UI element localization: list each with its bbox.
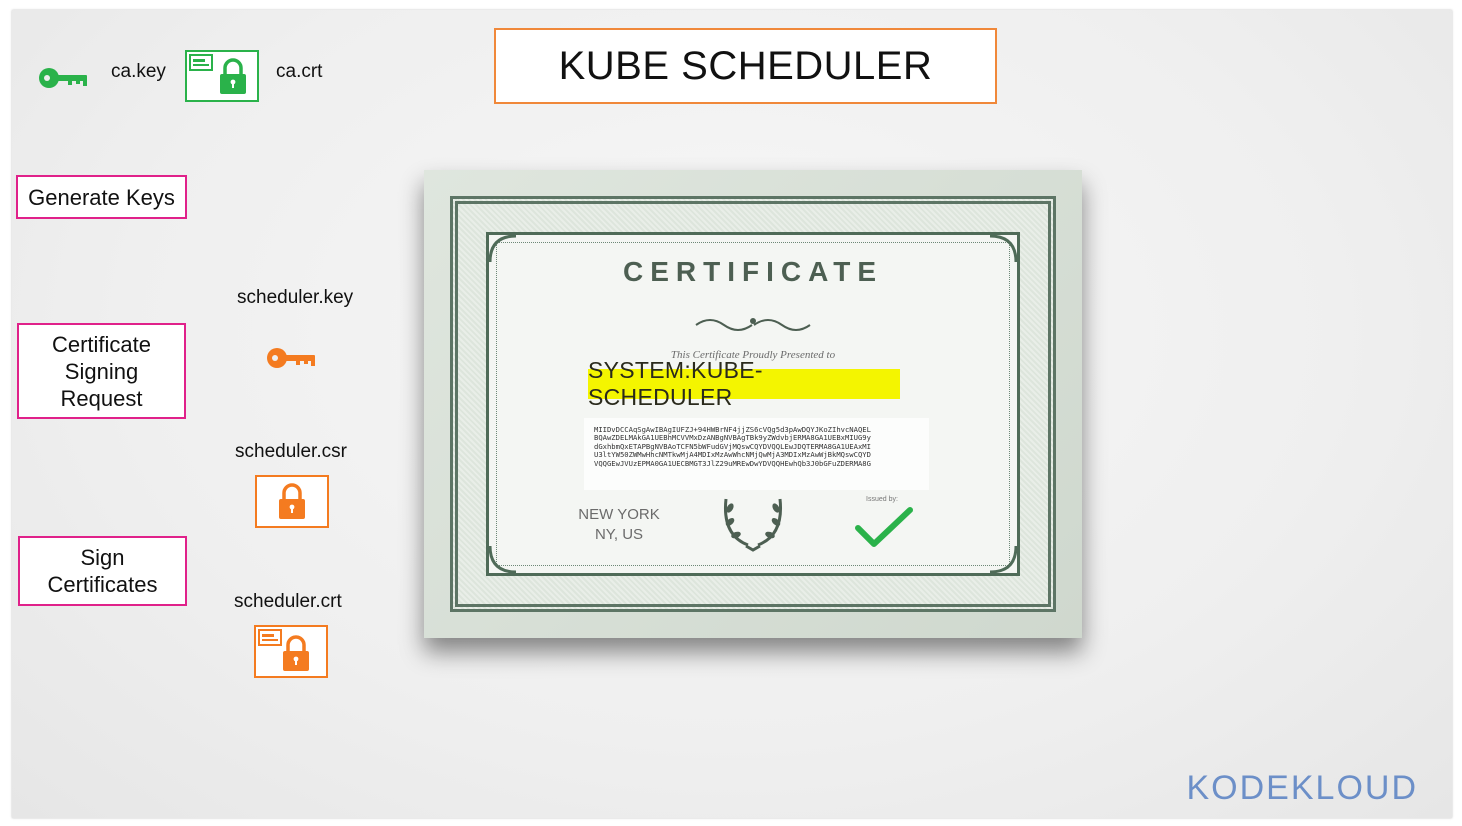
scheduler-crt-label: scheduler.crt bbox=[234, 591, 342, 612]
step-csr-line2: Signing bbox=[64, 358, 139, 384]
ornament-icon bbox=[695, 318, 811, 331]
scheduler-key-label: scheduler.key bbox=[237, 287, 354, 308]
certificate-city-line1: NEW YORK bbox=[578, 506, 660, 523]
checkmark-icon bbox=[855, 507, 913, 547]
step-certificate-signing-request: Certificate Signing Request bbox=[17, 323, 186, 419]
certificate-subject-name: SYSTEM:KUBE-SCHEDULER bbox=[588, 357, 900, 410]
padlock-icon bbox=[279, 483, 305, 519]
scheduler-key-icon bbox=[267, 348, 315, 368]
scheduler-crt-icon bbox=[254, 625, 328, 678]
ca-crt-icon bbox=[185, 50, 259, 102]
ca-certificate-icon bbox=[189, 54, 246, 94]
scheduler-csr-label: scheduler.csr bbox=[235, 441, 347, 462]
step-sign-line2: Certificates bbox=[47, 572, 158, 597]
certificate-heading: CERTIFICATE bbox=[622, 256, 884, 287]
certificate-key-line: VQQGEwJVUzEPMA0GA1UECBMGT3JlZ29uMREwDwYD… bbox=[594, 458, 871, 468]
step-sign-certificates: Sign Certificates bbox=[18, 536, 187, 606]
laurel-icon bbox=[723, 498, 783, 552]
brand-logo: KODEKLOUD bbox=[1186, 769, 1418, 807]
step-csr-line3: Request bbox=[60, 385, 143, 411]
slide: ca.key ca.crt KUBE SCHEDULER Generate Ke… bbox=[12, 10, 1452, 818]
step-generate-keys: Generate Keys bbox=[16, 175, 187, 219]
certificate-issued-by: Issued by: bbox=[866, 496, 898, 503]
step-sign-line1: Sign bbox=[80, 545, 125, 570]
certificate-location: NEW YORK NY, US bbox=[564, 505, 674, 545]
certificate-image: CERTIFICATE This Certificate Proudly Pre… bbox=[424, 170, 1082, 638]
ca-key-label: ca.key bbox=[111, 61, 166, 82]
certificate-icon bbox=[258, 629, 309, 671]
step-csr-line1: Certificate bbox=[51, 331, 152, 357]
ca-key-icon bbox=[39, 68, 87, 88]
scheduler-csr-icon bbox=[255, 475, 329, 528]
certificate-key-block: MIIDvDCCAqSgAwIBAgIUFZJ+94HWBrNF4jjZS6cV… bbox=[584, 418, 929, 490]
ca-crt-label: ca.crt bbox=[276, 61, 323, 82]
certificate-city-line2: NY, US bbox=[594, 526, 644, 543]
page-title: KUBE SCHEDULER bbox=[494, 28, 997, 104]
